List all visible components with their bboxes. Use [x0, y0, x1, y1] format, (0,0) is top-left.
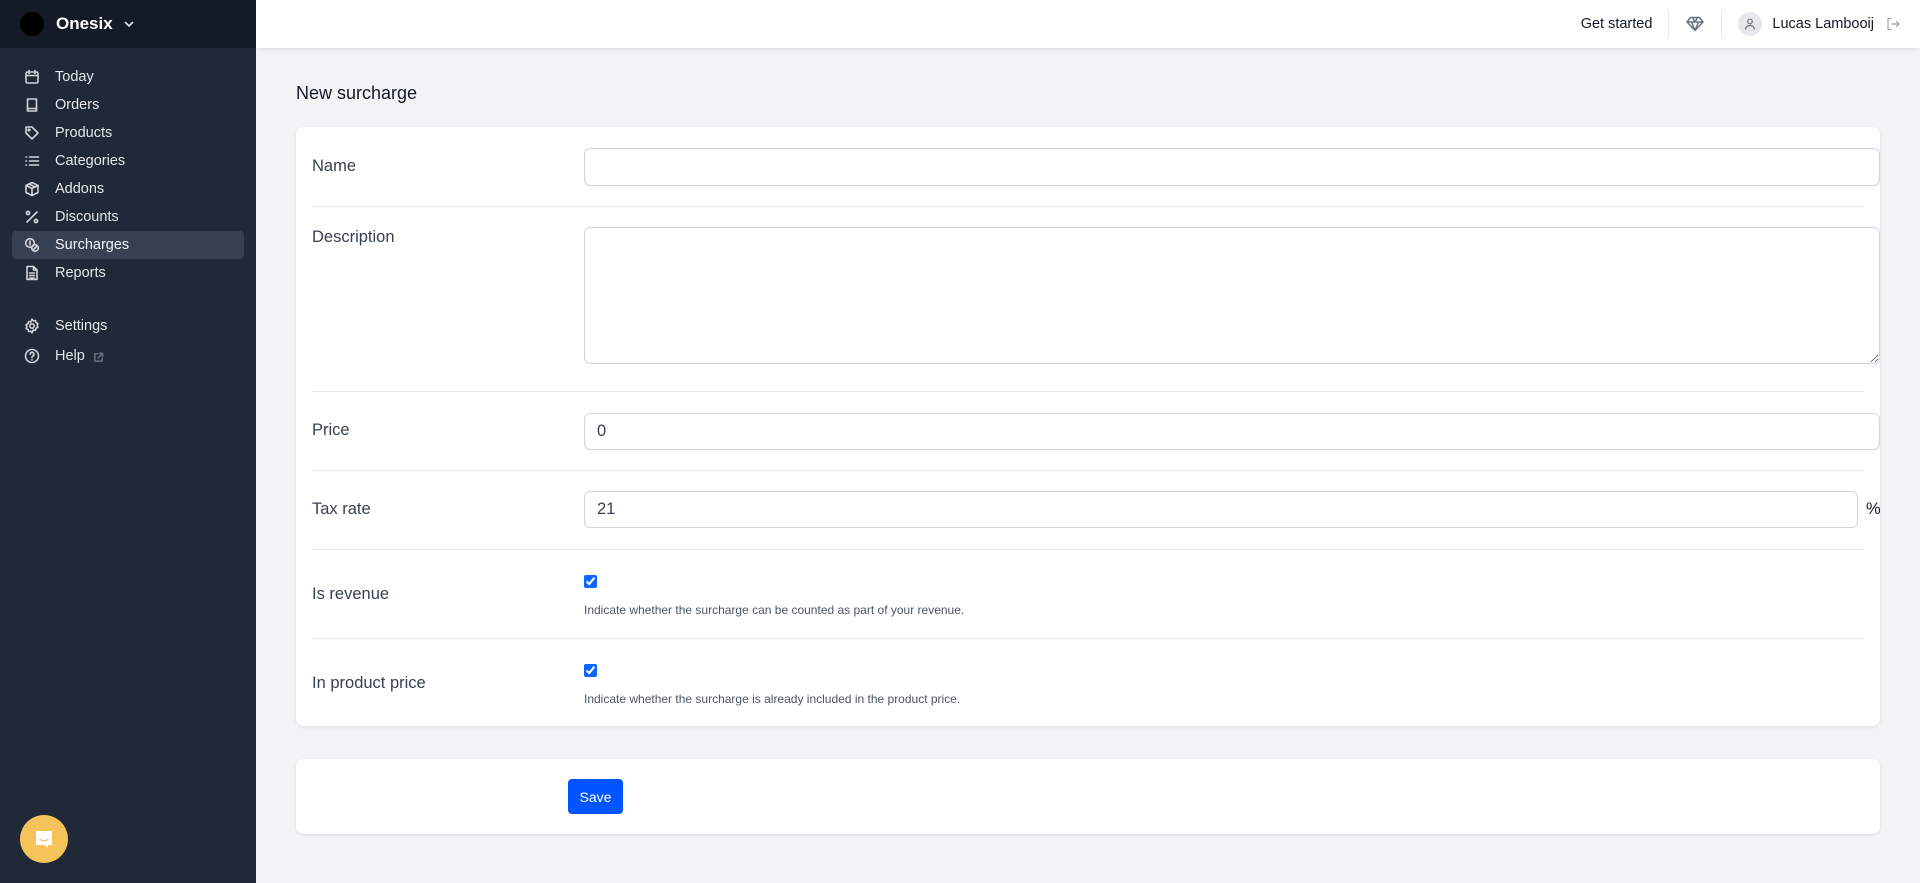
user-icon [1745, 18, 1756, 30]
sidebar-item-today[interactable]: Today [12, 63, 244, 91]
sidebar-item-help[interactable]: Help [12, 341, 244, 371]
sidebar-item-label: Reports [55, 265, 106, 281]
form-row-is-revenue: Is revenue Indicate whether the surcharg… [312, 550, 1864, 638]
name-label: Name [312, 157, 357, 175]
list-icon [24, 153, 40, 169]
divider [1721, 11, 1723, 37]
is-revenue-label: Is revenue [312, 585, 390, 603]
user-name[interactable]: Lucas Lambooij [1772, 16, 1874, 32]
name-input[interactable] [584, 148, 1880, 186]
avatar[interactable] [1738, 12, 1763, 36]
page-title: New surcharge [296, 83, 418, 103]
form-row-name: Name [312, 127, 1880, 206]
form-row-tax-rate: Tax rate % [312, 471, 1881, 549]
in-product-price-checkbox[interactable] [584, 664, 597, 677]
form-row-in-product-price: In product price Indicate whether the su… [312, 639, 1864, 726]
form-row-description: Description [312, 207, 1880, 391]
sidebar-item-label: Surcharges [55, 237, 130, 253]
sidebar-nav: Today Orders Products Categories Addons … [12, 63, 244, 371]
sidebar-item-label: Categories [55, 153, 126, 169]
form-actions-card: Save [296, 759, 1880, 834]
top-bar: Get started Lucas Lambooij [256, 0, 1920, 48]
org-name: Onesix [56, 14, 113, 33]
sidebar-item-orders[interactable]: Orders [12, 91, 244, 119]
sidebar-item-label: Addons [55, 181, 105, 197]
save-button[interactable]: Save [568, 779, 623, 814]
org-switcher[interactable]: Onesix [0, 0, 256, 48]
price-label: Price [312, 421, 350, 439]
price-input[interactable] [584, 413, 1880, 450]
external-link-icon [93, 351, 104, 362]
sidebar-item-label: Products [55, 125, 113, 141]
in-product-price-help: Indicate whether the surcharge is alread… [584, 692, 961, 706]
sidebar-item-label: Discounts [55, 209, 119, 225]
description-textarea[interactable] [584, 227, 1880, 364]
diamond-icon[interactable] [1685, 14, 1705, 34]
sidebar-item-label: Help [55, 348, 85, 364]
support-chat-button[interactable] [20, 815, 68, 863]
document-icon [24, 265, 40, 281]
sidebar: Onesix Today Orders Products Categories … [0, 0, 256, 883]
percent-icon [24, 209, 40, 225]
description-label: Description [312, 228, 395, 246]
chat-icon [36, 831, 52, 848]
is-revenue-help: Indicate whether the surcharge can be co… [584, 603, 965, 617]
sidebar-item-label: Orders [55, 97, 100, 113]
chevron-down-icon [123, 18, 135, 30]
calendar-icon [24, 69, 40, 85]
gear-icon [24, 318, 40, 334]
sidebar-item-products[interactable]: Products [12, 119, 244, 147]
is-revenue-checkbox[interactable] [584, 575, 597, 588]
book-icon [24, 97, 40, 113]
tax-rate-input[interactable] [584, 491, 1858, 528]
sidebar-item-reports[interactable]: Reports [12, 259, 244, 287]
sidebar-item-categories[interactable]: Categories [12, 147, 244, 175]
sidebar-item-label: Settings [55, 318, 108, 334]
tax-rate-label: Tax rate [312, 500, 371, 518]
sidebar-item-label: Today [55, 69, 94, 85]
surcharge-form-card: Name Description Price Tax rate % Is rev… [296, 127, 1881, 726]
sidebar-item-discounts[interactable]: Discounts [12, 203, 244, 231]
get-started-link[interactable]: Get started [1581, 16, 1653, 32]
in-product-price-label: In product price [312, 674, 426, 692]
sidebar-item-addons[interactable]: Addons [12, 175, 244, 203]
cube-icon [24, 181, 40, 197]
coins-icon [24, 237, 40, 253]
divider [1668, 11, 1670, 37]
logout-icon[interactable] [1886, 16, 1902, 32]
sidebar-item-surcharges[interactable]: Surcharges [12, 231, 244, 259]
org-logo [20, 12, 44, 36]
help-circle-icon [24, 348, 40, 364]
percent-suffix: % [1866, 500, 1881, 518]
tag-icon [24, 125, 40, 141]
form-row-price: Price [312, 392, 1880, 470]
sidebar-item-settings[interactable]: Settings [12, 311, 244, 341]
